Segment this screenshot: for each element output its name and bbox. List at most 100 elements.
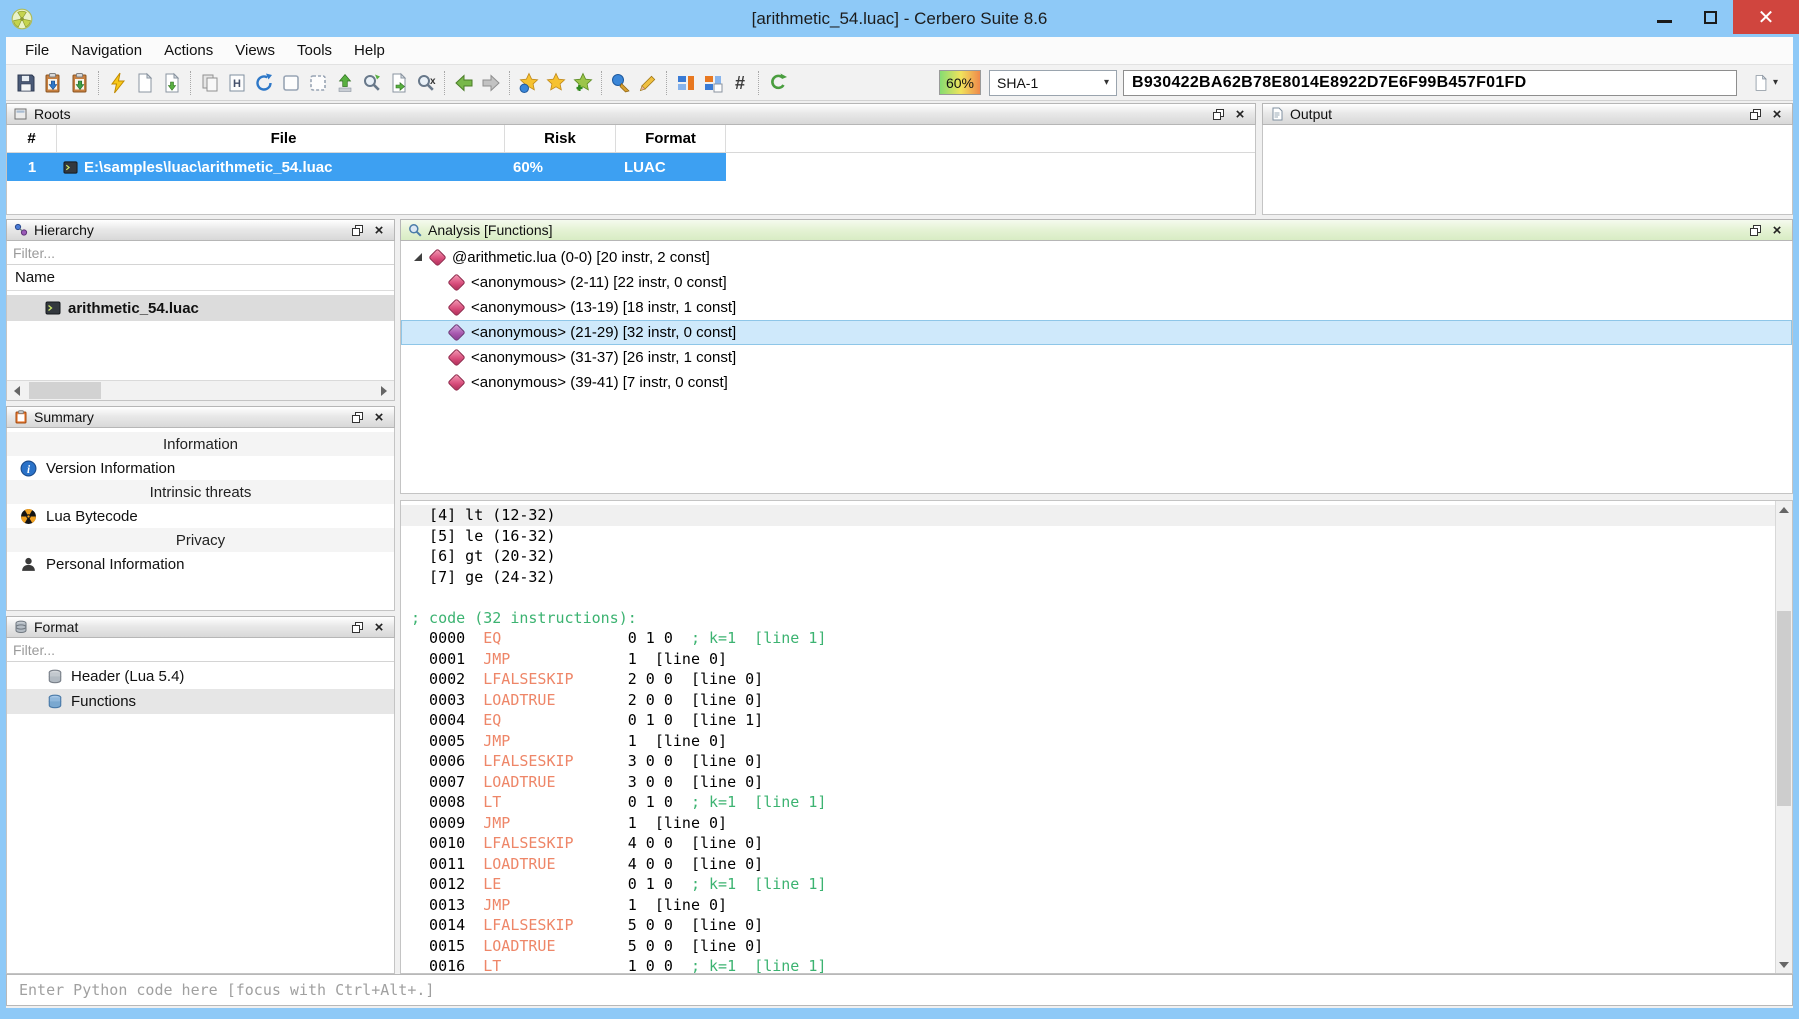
title-bar[interactable]: [arithmetic_54.luac] - Cerbero Suite 8.6…: [0, 0, 1799, 37]
code-line[interactable]: 0013 JMP 1 [line 0]: [411, 895, 1792, 916]
function-tree-item[interactable]: <anonymous> (39-41) [7 instr, 0 const]: [401, 370, 1792, 395]
select-all-icon[interactable]: [277, 69, 304, 97]
hash-algo-select[interactable]: SHA-1▾: [989, 70, 1117, 96]
bookmark-globe-icon[interactable]: [515, 69, 542, 97]
summary-title-bar[interactable]: Summary ×: [6, 406, 395, 428]
col-risk[interactable]: Risk: [505, 125, 616, 152]
function-tree-item-selected[interactable]: <anonymous> (21-29) [32 instr, 0 const]: [401, 320, 1792, 345]
hierarchy-title-bar[interactable]: Hierarchy ×: [6, 219, 395, 241]
horizontal-scrollbar[interactable]: [7, 380, 394, 400]
scrollbar-thumb[interactable]: [1777, 611, 1791, 806]
code-line[interactable]: 0007 LOADTRUE 3 0 0 [line 0]: [411, 772, 1792, 793]
summary-item-lua-bytecode[interactable]: Lua Bytecode: [7, 504, 394, 528]
code-line[interactable]: 0014 LFALSESKIP 5 0 0 [line 0]: [411, 915, 1792, 936]
menu-help[interactable]: Help: [343, 38, 396, 63]
refresh-icon[interactable]: [250, 69, 277, 97]
close-panel-button[interactable]: ×: [371, 222, 387, 238]
scroll-right-button[interactable]: [374, 381, 394, 400]
code-line[interactable]: [4] lt (12-32): [401, 505, 1792, 526]
float-panel-button[interactable]: [1747, 222, 1763, 238]
menu-file[interactable]: File: [14, 38, 60, 63]
code-line[interactable]: 0016 LT 1 0 0 ; k=1 [line 1]: [411, 956, 1792, 974]
close-panel-button[interactable]: ×: [1232, 106, 1248, 122]
rescan-icon[interactable]: [764, 69, 791, 97]
minimize-button[interactable]: [1641, 0, 1687, 34]
copy-clipboard-icon[interactable]: [39, 69, 66, 97]
code-line[interactable]: [5] le (16-32): [411, 526, 1792, 547]
python-input[interactable]: [7, 981, 1792, 999]
col-format[interactable]: Format: [616, 125, 726, 152]
back-icon[interactable]: [450, 69, 477, 97]
code-line[interactable]: 0011 LOADTRUE 4 0 0 [line 0]: [411, 854, 1792, 875]
bookmark-icon[interactable]: [542, 69, 569, 97]
export-file-icon[interactable]: [385, 69, 412, 97]
scrollbar-thumb[interactable]: [29, 382, 101, 399]
layout-report-icon[interactable]: [672, 69, 699, 97]
roots-title-bar[interactable]: Roots ×: [6, 103, 1256, 125]
function-tree-item[interactable]: <anonymous> (13-19) [18 instr, 1 const]: [401, 295, 1792, 320]
code-line[interactable]: 0001 JMP 1 [line 0]: [411, 649, 1792, 670]
annotate-globe-icon[interactable]: [607, 69, 634, 97]
copy-hash-button[interactable]: ▾: [1743, 69, 1787, 97]
add-bookmark-icon[interactable]: [569, 69, 596, 97]
format-item-functions[interactable]: Functions: [7, 689, 394, 714]
close-panel-button[interactable]: ×: [371, 619, 387, 635]
add-file-icon[interactable]: [158, 69, 185, 97]
code-line[interactable]: [7] ge (24-32): [411, 567, 1792, 588]
hierarchy-filter-input[interactable]: [7, 245, 394, 261]
extract-up-icon[interactable]: [331, 69, 358, 97]
hash-value-field[interactable]: B930422BA62B78E8014E8922D7E6F99B457F01FD: [1123, 70, 1737, 96]
hash-symbol-icon[interactable]: #: [726, 69, 753, 97]
code-line[interactable]: 0008 LT 0 1 0 ; k=1 [line 1]: [411, 792, 1792, 813]
table-row[interactable]: 1 E:\samples\luac\arithmetic_54.luac 60%…: [7, 153, 1255, 181]
float-panel-button[interactable]: [349, 222, 365, 238]
format-item-header[interactable]: Header (Lua 5.4): [7, 664, 394, 689]
function-tree-item[interactable]: <anonymous> (31-37) [26 instr, 1 const]: [401, 345, 1792, 370]
select-range-icon[interactable]: [304, 69, 331, 97]
close-button[interactable]: ✕: [1733, 0, 1799, 34]
scroll-up-button[interactable]: [1776, 501, 1792, 518]
code-line[interactable]: 0005 JMP 1 [line 0]: [411, 731, 1792, 752]
code-line[interactable]: ; code (32 instructions):: [411, 608, 1792, 629]
analysis-title-bar[interactable]: Analysis [Functions] ×: [400, 219, 1793, 241]
hierarchy-item[interactable]: arithmetic_54.luac: [7, 295, 394, 321]
menu-actions[interactable]: Actions: [153, 38, 224, 63]
float-panel-button[interactable]: [349, 409, 365, 425]
save-icon[interactable]: [12, 69, 39, 97]
new-file-icon[interactable]: [131, 69, 158, 97]
code-line[interactable]: 0015 LOADTRUE 5 0 0 [line 0]: [411, 936, 1792, 957]
code-line[interactable]: [6] gt (20-32): [411, 546, 1792, 567]
copy-page-icon[interactable]: [196, 69, 223, 97]
function-tree-root[interactable]: @arithmetic.lua (0-0) [20 instr, 2 const…: [401, 245, 1792, 270]
vertical-scrollbar[interactable]: [1775, 501, 1792, 973]
code-line[interactable]: [411, 587, 1792, 608]
name-column-header[interactable]: Name: [7, 265, 394, 291]
format-filter-input[interactable]: [7, 642, 394, 658]
code-line[interactable]: 0000 EQ 0 1 0 ; k=1 [line 1]: [411, 628, 1792, 649]
code-line[interactable]: 0003 LOADTRUE 2 0 0 [line 0]: [411, 690, 1792, 711]
function-tree-item[interactable]: <anonymous> (2-11) [22 instr, 0 const]: [401, 270, 1792, 295]
summary-item-personal-information[interactable]: Personal Information: [7, 552, 394, 576]
code-line[interactable]: 0010 LFALSESKIP 4 0 0 [line 0]: [411, 833, 1792, 854]
scroll-left-button[interactable]: [7, 381, 27, 400]
search-clear-icon[interactable]: x: [412, 69, 439, 97]
output-title-bar[interactable]: Output ×: [1262, 103, 1793, 125]
forward-icon[interactable]: [477, 69, 504, 97]
output-content[interactable]: [1262, 125, 1793, 215]
float-panel-button[interactable]: [1747, 106, 1763, 122]
menu-navigation[interactable]: Navigation: [60, 38, 153, 63]
code-line[interactable]: 0002 LFALSESKIP 2 0 0 [line 0]: [411, 669, 1792, 690]
menu-views[interactable]: Views: [224, 38, 286, 63]
layout-report-alt-icon[interactable]: [699, 69, 726, 97]
close-panel-button[interactable]: ×: [1769, 222, 1785, 238]
col-num[interactable]: #: [7, 125, 57, 152]
format-title-bar[interactable]: Format ×: [6, 616, 395, 638]
code-line[interactable]: 0012 LE 0 1 0 ; k=1 [line 1]: [411, 874, 1792, 895]
expander-icon[interactable]: [414, 253, 423, 262]
search-add-icon[interactable]: [358, 69, 385, 97]
float-panel-button[interactable]: [349, 619, 365, 635]
close-panel-button[interactable]: ×: [371, 409, 387, 425]
code-line[interactable]: 0009 JMP 1 [line 0]: [411, 813, 1792, 834]
paste-clipboard-icon[interactable]: [66, 69, 93, 97]
scan-lightning-icon[interactable]: [104, 69, 131, 97]
